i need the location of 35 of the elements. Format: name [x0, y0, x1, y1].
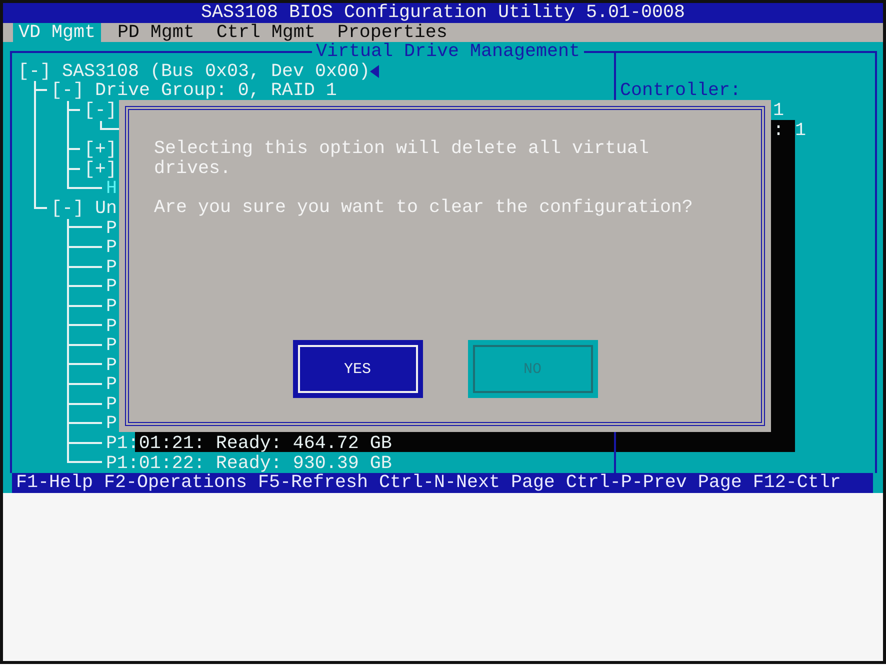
tree-toggle[interactable]: [-]	[50, 81, 84, 101]
dialog-button[interactable]: YES	[292, 340, 422, 398]
tree-item-label[interactable]: P	[106, 336, 117, 356]
tree-item-label[interactable]: P	[106, 296, 117, 316]
tree-item-label[interactable]: Drive Group: 0, RAID 1	[94, 81, 337, 101]
tree-toggle[interactable]: [-]	[18, 62, 51, 82]
tree-item-label[interactable]: P	[106, 277, 117, 297]
info-value: : 1	[773, 120, 806, 141]
tree-item-label[interactable]: P	[106, 414, 117, 434]
tree-item-label[interactable]: SAS3108 (Bus 0x03, Dev 0x00)	[62, 62, 370, 82]
tree-item-label[interactable]: P	[106, 356, 117, 376]
tree-toggle[interactable]: [+]	[84, 160, 117, 180]
controller-label: Controller:	[620, 80, 741, 102]
tree-item-label[interactable]: P	[106, 394, 117, 414]
menu-tab[interactable]: VD Mgmt	[13, 22, 101, 42]
tree-item-label[interactable]: P	[106, 218, 117, 238]
tree-item-label[interactable]: H	[106, 179, 117, 199]
tree-toggle[interactable]: [-]	[84, 100, 117, 121]
key-help-bar: F1-Help F2-Operations F5-Refresh Ctrl-N-Next Page Ctrl-P-Prev Page F12-Ctlr	[12, 473, 873, 493]
tree-item-label[interactable]: P	[106, 375, 117, 395]
info-value: 1	[773, 100, 784, 121]
tree-item-label[interactable]: P1:01:22: Ready: 930.39 GB	[106, 454, 392, 474]
dialog-message: Selecting this option will delete all virtual drives.	[154, 139, 650, 178]
tree-item-label[interactable]: P	[106, 258, 117, 278]
window-title: SAS3108 BIOS Configuration Utility 5.01-0008	[3, 3, 883, 23]
menu-tab[interactable]: Properties	[332, 22, 453, 42]
tree-item-label[interactable]: P	[106, 238, 117, 258]
tree-item-label[interactable]: P	[106, 316, 117, 336]
menu-tab[interactable]: Ctrl Mgmt	[210, 22, 321, 42]
tree-item-label[interactable]: Un	[94, 198, 117, 219]
tree-toggle[interactable]: [+]	[84, 140, 117, 160]
menu-tab[interactable]: PD Mgmt	[112, 22, 200, 42]
dialog-message: Are you sure you want to clear the configuration?	[154, 198, 694, 218]
panel-title: Virtual Drive Management	[315, 42, 581, 62]
tree-toggle[interactable]: [-]	[50, 198, 84, 219]
